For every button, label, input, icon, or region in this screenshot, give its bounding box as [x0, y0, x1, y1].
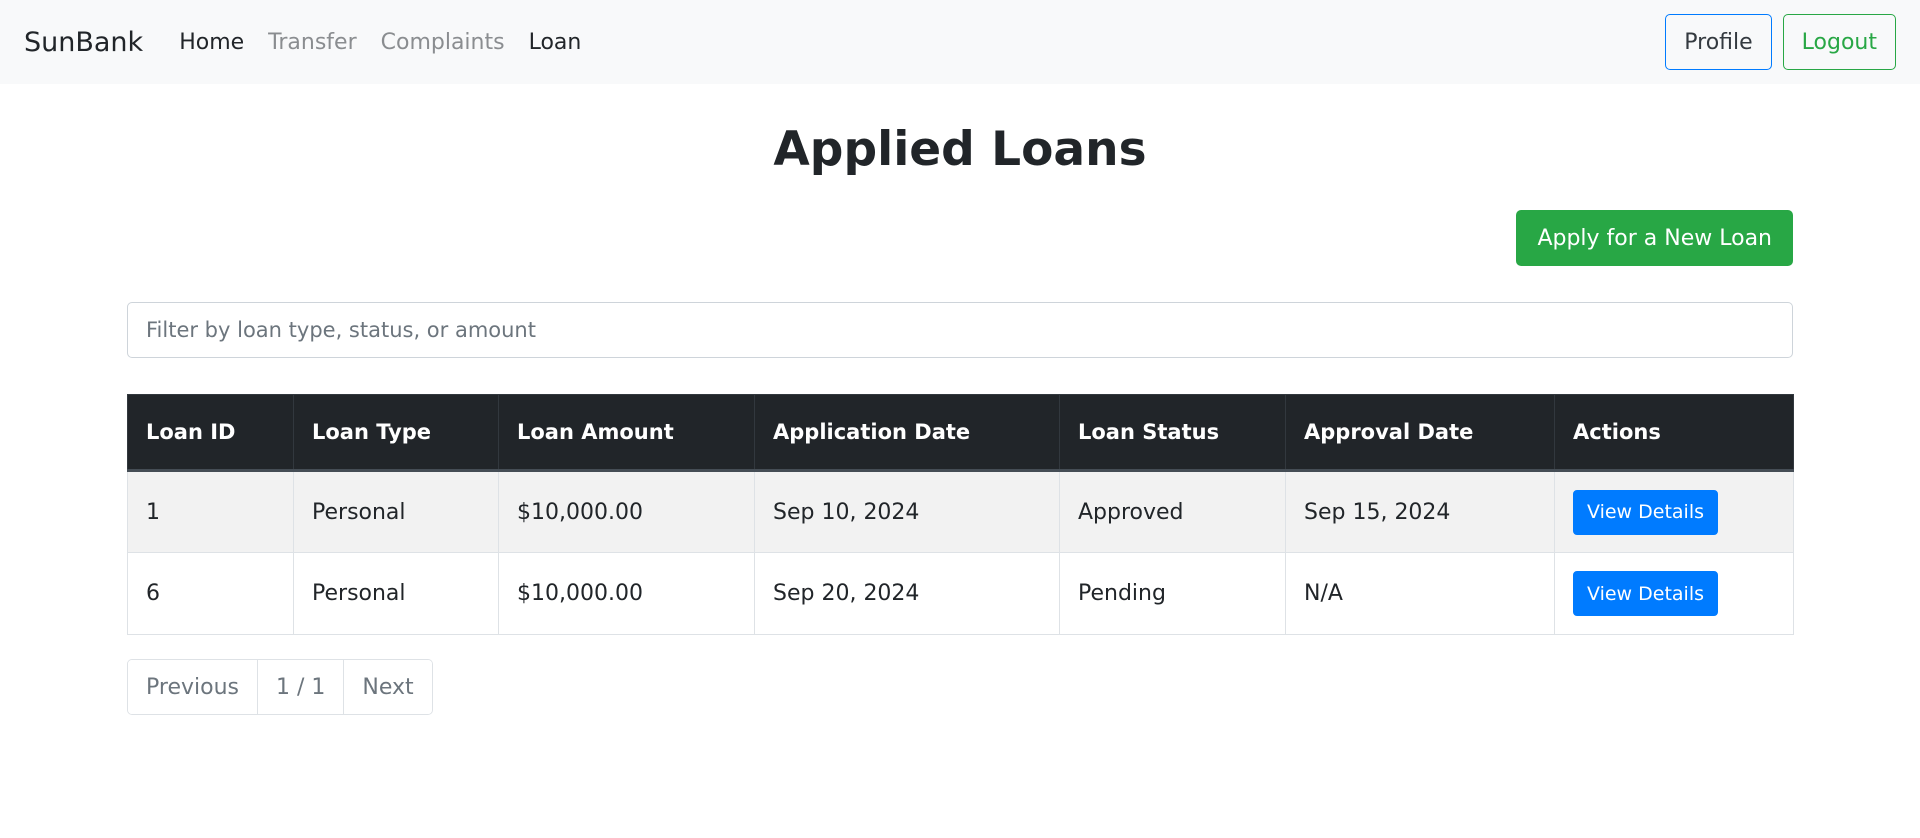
pagination-page-indicator: 1 / 1	[256, 660, 344, 714]
cell-loan-amount: $10,000.00	[498, 552, 755, 635]
brand-logo[interactable]: SunBank	[24, 27, 143, 58]
column-header-approval-date: Approval Date	[1285, 394, 1555, 472]
column-header-loan-amount: Loan Amount	[498, 394, 755, 472]
column-header-application-date: Application Date	[754, 394, 1060, 472]
cell-actions: View Details	[1554, 552, 1794, 635]
cell-loan-amount: $10,000.00	[498, 470, 755, 553]
apply-new-loan-button[interactable]: Apply for a New Loan	[1516, 210, 1793, 266]
nav-link-complaints[interactable]: Complaints	[381, 30, 505, 55]
loans-table: Loan ID Loan Type Loan Amount Applicatio…	[127, 394, 1794, 635]
navbar: SunBank Home Transfer Complaints Loan Pr…	[0, 0, 1920, 84]
table-header-row: Loan ID Loan Type Loan Amount Applicatio…	[127, 394, 1794, 472]
nav-actions: Profile Logout	[1665, 14, 1896, 70]
nav-link-transfer[interactable]: Transfer	[268, 30, 356, 55]
cell-loan-type: Personal	[293, 470, 499, 553]
column-header-loan-status: Loan Status	[1059, 394, 1286, 472]
pagination-previous-button[interactable]: Previous	[128, 660, 257, 714]
pagination-next-button[interactable]: Next	[343, 660, 432, 714]
cell-approval-date: N/A	[1285, 552, 1555, 635]
profile-button[interactable]: Profile	[1665, 14, 1772, 70]
cell-loan-type: Personal	[293, 552, 499, 635]
column-header-loan-id: Loan ID	[127, 394, 294, 472]
table-row: 6 Personal $10,000.00 Sep 20, 2024 Pendi…	[127, 552, 1794, 635]
cell-loan-id: 6	[127, 552, 294, 635]
nav-link-home[interactable]: Home	[179, 30, 244, 55]
cell-application-date: Sep 20, 2024	[754, 552, 1060, 635]
apply-row: Apply for a New Loan	[127, 210, 1793, 266]
cell-approval-date: Sep 15, 2024	[1285, 470, 1555, 553]
view-details-button[interactable]: View Details	[1573, 489, 1718, 535]
page-title: Applied Loans	[773, 122, 1147, 177]
cell-loan-status: Approved	[1059, 470, 1286, 553]
cell-actions: View Details	[1554, 470, 1794, 553]
cell-loan-status: Pending	[1059, 552, 1286, 635]
pagination: Previous 1 / 1 Next	[127, 659, 433, 715]
main-content: Applied Loans Apply for a New Loan Loan …	[127, 122, 1794, 715]
view-details-button[interactable]: View Details	[1573, 571, 1718, 616]
column-header-actions: Actions	[1554, 394, 1794, 472]
filter-input[interactable]	[127, 302, 1793, 358]
cell-loan-id: 1	[127, 470, 294, 553]
column-header-loan-type: Loan Type	[293, 394, 499, 472]
nav-links: Home Transfer Complaints Loan	[179, 30, 581, 55]
logout-button[interactable]: Logout	[1782, 14, 1896, 70]
nav-link-loan[interactable]: Loan	[529, 30, 582, 55]
table-row: 1 Personal $10,000.00 Sep 10, 2024 Appro…	[127, 470, 1794, 553]
cell-application-date: Sep 10, 2024	[754, 470, 1060, 553]
